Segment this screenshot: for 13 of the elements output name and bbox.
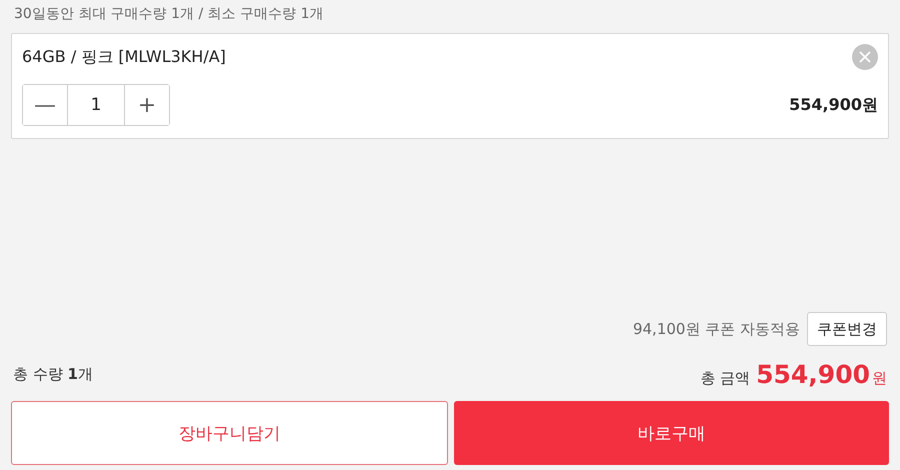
add-to-cart-button[interactable]: 장바구니담기 [11,401,448,465]
option-name: 64GB / 핑크 [MLWL3KH/A] [22,46,226,68]
currency-unit: 원 [872,369,887,388]
limit-note: 30일동안 최대 구매수량 1개 / 최소 구매수량 1개 [13,5,324,24]
remove-button[interactable] [852,44,878,70]
coupon-change-button[interactable]: 쿠폰변경 [807,312,887,346]
buy-now-button[interactable]: 바로구매 [454,401,889,465]
close-icon [858,50,872,64]
total-label: 총 금액 [700,369,750,388]
option-price: 554,900원 [789,94,878,116]
total-quantity: 총 수량 1개 [13,365,93,384]
coupon-note: 94,100원 쿠폰 자동적용 [632,320,800,338]
total-amount: 554,900 [756,360,870,389]
